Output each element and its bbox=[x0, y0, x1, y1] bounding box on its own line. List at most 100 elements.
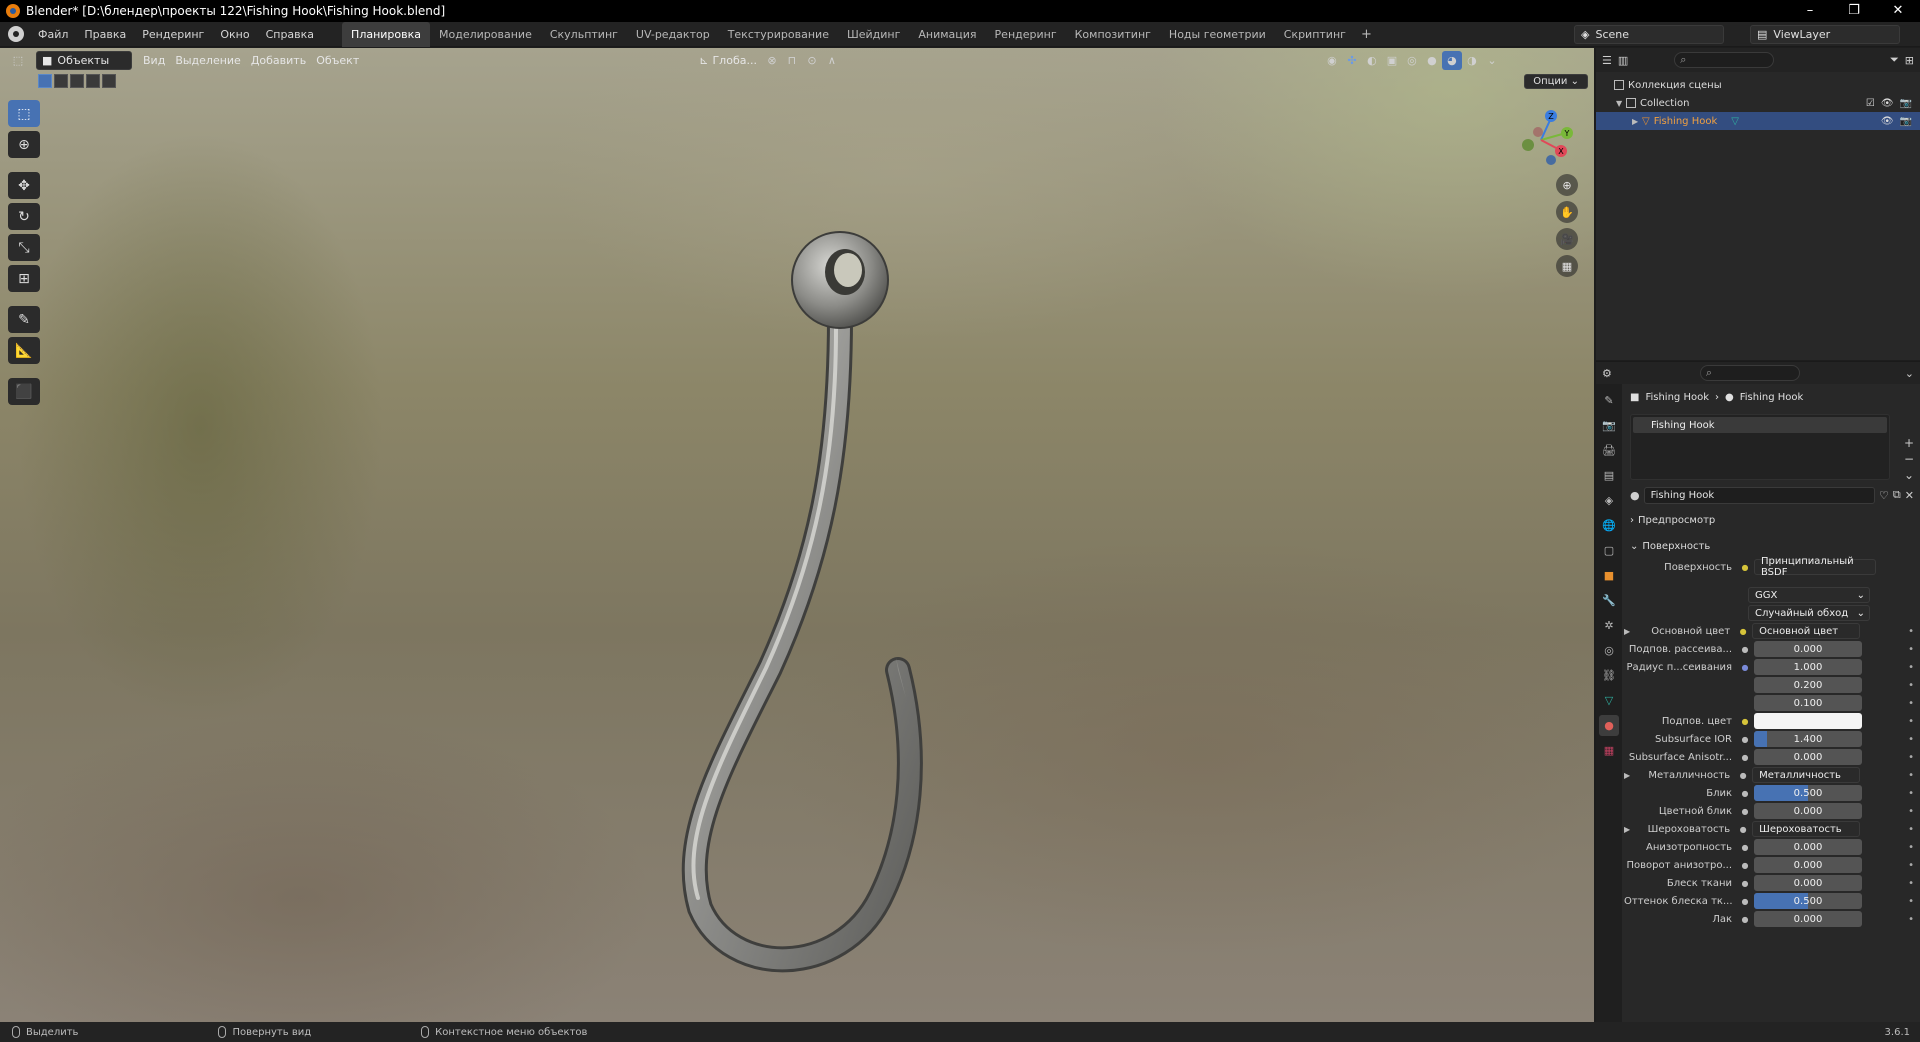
keyframe-dot-icon[interactable]: • bbox=[1908, 680, 1914, 691]
tab-texture-paint[interactable]: Текстурирование bbox=[719, 22, 838, 47]
select-invert-icon[interactable] bbox=[86, 74, 100, 88]
visibility-eye-icon[interactable]: 👁 bbox=[1881, 98, 1894, 109]
expand-arrow-icon[interactable]: ▶ bbox=[1624, 825, 1630, 834]
keyframe-dot-icon[interactable]: • bbox=[1908, 878, 1914, 889]
tab-modeling[interactable]: Моделирование bbox=[430, 22, 541, 47]
linked-input-field[interactable]: Основной цвет bbox=[1752, 623, 1861, 639]
material-tab-icon[interactable]: ● bbox=[1599, 715, 1619, 736]
cursor-tool-icon[interactable]: ⊕ bbox=[8, 131, 40, 158]
socket-dot-icon[interactable]: ● bbox=[1738, 626, 1748, 636]
mode-dropdown[interactable]: ■ Объекты bbox=[36, 50, 132, 70]
numeric-field[interactable]: 0.500 bbox=[1754, 893, 1862, 909]
numeric-field[interactable]: 1.400 bbox=[1754, 731, 1862, 747]
keyframe-dot-icon[interactable]: • bbox=[1908, 770, 1914, 781]
transform-tool-icon[interactable]: ⊞ bbox=[8, 265, 40, 292]
blender-menu-icon[interactable] bbox=[8, 26, 24, 42]
tab-animation[interactable]: Анимация bbox=[909, 22, 985, 47]
xray-icon[interactable]: ▣ bbox=[1382, 51, 1402, 70]
numeric-field[interactable]: 0.000 bbox=[1754, 839, 1862, 855]
render-tab-icon[interactable]: 📷 bbox=[1599, 415, 1619, 436]
3d-viewport[interactable]: ⬚ ■ Объекты Вид Выделение Добавить Объек… bbox=[0, 48, 1594, 1022]
add-workspace-button[interactable]: + bbox=[1355, 27, 1378, 42]
shading-rendered-icon[interactable]: ◑ bbox=[1462, 51, 1482, 70]
object-visibility-eye-icon[interactable]: 👁 bbox=[1881, 116, 1894, 127]
pivot-icon[interactable]: ⊗ bbox=[762, 51, 782, 70]
distribution-select[interactable]: GGX ⌄ bbox=[1748, 587, 1870, 603]
socket-dot-icon[interactable]: ● bbox=[1740, 806, 1750, 816]
physics-tab-icon[interactable]: ◎ bbox=[1599, 640, 1619, 661]
tool-tab-icon[interactable]: ✎ bbox=[1599, 390, 1619, 411]
expand-icon[interactable]: ▶ bbox=[1632, 117, 1642, 126]
keyframe-dot-icon[interactable]: • bbox=[1908, 662, 1914, 673]
surface-panel-header[interactable]: ⌄ Поверхность bbox=[1630, 536, 1914, 556]
texture-tab-icon[interactable]: ▦ bbox=[1599, 740, 1619, 761]
fishing-hook-object[interactable] bbox=[640, 198, 1020, 988]
subsurface-method-select[interactable]: Случайный обход ⌄ bbox=[1748, 605, 1870, 621]
tab-uv-editing[interactable]: UV-редактор bbox=[627, 22, 719, 47]
numeric-field[interactable]: 0.000 bbox=[1754, 641, 1862, 657]
outliner-collection[interactable]: ▼ Collection ☑ 👁 📷 bbox=[1596, 94, 1920, 112]
keyframe-dot-icon[interactable]: • bbox=[1908, 644, 1914, 655]
preview-panel-header[interactable]: › Предпросмотр bbox=[1630, 510, 1914, 530]
select-extend-icon[interactable] bbox=[54, 74, 68, 88]
socket-dot-icon[interactable]: ● bbox=[1740, 788, 1750, 798]
socket-dot-icon[interactable]: ● bbox=[1738, 824, 1748, 834]
proportional-edit-icon[interactable]: ⊙ bbox=[802, 51, 822, 70]
editor-type-icon[interactable]: ⬚ bbox=[8, 51, 28, 70]
shading-solid-icon[interactable]: ● bbox=[1422, 51, 1442, 70]
socket-dot-icon[interactable]: ● bbox=[1740, 860, 1750, 870]
menu-object[interactable]: Объект bbox=[311, 51, 364, 70]
numeric-field[interactable]: 0.000 bbox=[1754, 803, 1862, 819]
keyframe-dot-icon[interactable]: • bbox=[1908, 914, 1914, 925]
exclude-checkbox-icon[interactable]: ☑ bbox=[1866, 98, 1875, 109]
keyframe-dot-icon[interactable]: • bbox=[1908, 752, 1914, 763]
shading-material-icon[interactable]: ◕ bbox=[1441, 50, 1462, 70]
properties-editor-icon[interactable]: ⚙ bbox=[1602, 367, 1612, 380]
keyframe-dot-icon[interactable]: • bbox=[1908, 896, 1914, 907]
menu-add[interactable]: Добавить bbox=[246, 51, 311, 70]
unlink-material-icon[interactable]: ✕ bbox=[1905, 489, 1914, 502]
outliner-scene-collection[interactable]: Коллекция сцены bbox=[1596, 76, 1920, 94]
keyframe-dot-icon[interactable]: • bbox=[1908, 824, 1914, 835]
outliner-search-input[interactable]: ⌕ bbox=[1674, 52, 1775, 68]
socket-dot-icon[interactable]: ● bbox=[1740, 896, 1750, 906]
properties-options-icon[interactable]: ⌄ bbox=[1905, 367, 1914, 380]
keyframe-dot-icon[interactable]: • bbox=[1908, 842, 1914, 853]
world-tab-icon[interactable]: 🌐 bbox=[1599, 515, 1619, 536]
gizmo-toggle-icon[interactable]: ✣ bbox=[1342, 51, 1362, 70]
scale-tool-icon[interactable]: ⤡ bbox=[8, 234, 40, 261]
shading-wireframe-icon[interactable]: ◎ bbox=[1402, 51, 1422, 70]
outliner-editor-icon[interactable]: ☰ bbox=[1602, 54, 1612, 67]
expand-arrow-icon[interactable]: ▶ bbox=[1624, 771, 1630, 780]
viewlayer-selector[interactable]: ▤ ViewLayer bbox=[1750, 25, 1900, 44]
add-cube-tool-icon[interactable]: ⬛ bbox=[8, 378, 40, 405]
tab-layout[interactable]: Планировка bbox=[342, 21, 431, 47]
socket-dot-icon[interactable]: ● bbox=[1740, 662, 1750, 672]
menu-view[interactable]: Вид bbox=[138, 51, 170, 70]
keyframe-dot-icon[interactable]: • bbox=[1908, 626, 1914, 637]
rotate-tool-icon[interactable]: ↻ bbox=[8, 203, 40, 230]
numeric-field[interactable]: 0.000 bbox=[1754, 911, 1862, 927]
tab-sculpting[interactable]: Скульптинг bbox=[541, 22, 627, 47]
numeric-field[interactable]: 0.000 bbox=[1754, 875, 1862, 891]
overlay-icon[interactable]: ◐ bbox=[1362, 51, 1382, 70]
numeric-field[interactable]: 0.100 bbox=[1754, 695, 1862, 711]
socket-dot-icon[interactable]: ● bbox=[1740, 842, 1750, 852]
menu-select[interactable]: Выделение bbox=[170, 51, 246, 70]
tab-rendering[interactable]: Рендеринг bbox=[986, 22, 1066, 47]
restore-button[interactable]: ❐ bbox=[1832, 0, 1876, 22]
scene-tab-icon[interactable]: ◈ bbox=[1599, 490, 1619, 511]
falloff-icon[interactable]: ∧ bbox=[822, 51, 842, 70]
socket-dot-icon[interactable]: ● bbox=[1740, 734, 1750, 744]
material-slot-item[interactable]: Fishing Hook bbox=[1633, 417, 1887, 433]
modifier-tab-icon[interactable]: 🔧 bbox=[1599, 590, 1619, 611]
scene-selector[interactable]: ◈ Scene bbox=[1574, 25, 1724, 44]
socket-dot-icon[interactable]: ● bbox=[1740, 644, 1750, 654]
visibility-icon[interactable]: ◉ bbox=[1322, 51, 1342, 70]
constraints-tab-icon[interactable]: ⛓ bbox=[1599, 665, 1619, 686]
duplicate-material-icon[interactable]: ⧉ bbox=[1893, 488, 1901, 502]
keyframe-dot-icon[interactable]: • bbox=[1908, 716, 1914, 727]
remove-slot-icon[interactable]: − bbox=[1904, 452, 1914, 466]
filter-icon[interactable]: ⏷ bbox=[1890, 53, 1899, 67]
navigation-gizmo[interactable]: Z Y X bbox=[1508, 100, 1578, 170]
